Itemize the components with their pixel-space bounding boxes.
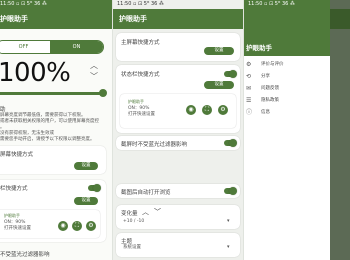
toggle-off-option[interactable]: OFF [0,41,50,53]
section-title: 助 [0,107,6,113]
screenshot-filter-switch[interactable] [224,139,237,147]
toggle-on-option[interactable]: ON [50,41,103,53]
home-shortcut-set-button[interactable]: 设置 [204,47,234,55]
rate-icon: ⚙ [246,61,252,68]
theme-title: 主题 [121,239,133,245]
slider-thumb[interactable] [99,89,107,97]
gear-icon[interactable]: ⚙ [218,105,228,115]
brightness-value: 100% [0,58,71,88]
drawer-item-share[interactable]: ⟲ 分享 [244,72,330,82]
drawer-item-label: 评价与评价 [261,62,284,67]
dropdown-arrow-icon[interactable]: ▾ [227,244,230,250]
screenshot-filter-card: 截屏时不受蓝光过滤器影响 [116,136,240,150]
drawer-title: 护眼助手 [246,44,272,52]
auto-open-switch[interactable] [224,187,237,195]
drawer-item-info[interactable]: ⓘ 信息 [244,108,330,118]
gear-icon[interactable]: ⚙ [86,221,96,231]
status-bar: 11:50 ▫ ⊡ 5ᴳ 36 ⁂ [248,1,295,7]
step-card: 变化量 ︿ ﹀ +10 / -10 ▾ [116,205,240,229]
home-shortcut-title: 主屏幕快捷方式 [121,40,160,46]
app-bar-title: 护眼助手 [113,9,243,29]
preview-app-name: 护眼助手 [128,99,144,104]
home-shortcut-set-button[interactable]: 设置 [74,162,98,170]
app-bar-title: 护眼助手 [0,9,112,29]
notif-shortcut-set-button[interactable]: 设置 [74,197,98,205]
status-shortcut-card: 状态栏快捷方式 设置 护眼助手 ON：90% 打开快速设置 ◉ ⛶ ⚙ [116,65,240,133]
bottom-setting-label: 不受蓝光过滤器影响 [0,252,50,258]
bulb-icon[interactable]: ◉ [186,105,196,115]
chevron-up-icon[interactable]: ︿ [88,60,100,71]
theme-card: 主题 系统设置 ▾ [116,233,240,257]
preview-open-text: 打开快速设置 [128,112,155,117]
share-icon: ⟲ [246,73,252,80]
step-title: 变化量 [121,211,138,217]
status-shortcut-switch[interactable] [224,70,237,78]
fullscreen-icon[interactable]: ⛶ [202,105,212,115]
theme-value[interactable]: 系统设置 [123,245,141,251]
drawer-scrim[interactable] [330,0,350,260]
notif-shortcut-card: 栏快捷方式 设置 护眼助手 ON：90% 打开快速设置 ◉ ⛶ ⚙ [0,180,106,242]
chevron-up-icon[interactable]: ︿ [142,207,149,217]
document-icon: ☰ [246,97,252,104]
home-shortcut-card: 屏幕快捷方式 设置 [0,146,106,174]
drawer-item-label: 信息 [261,110,270,115]
notification-preview: 护眼助手 ON：90% 打开快速设置 ◉ ⛶ ⚙ [120,94,236,128]
screen-main-cropped: 11:50 ▫ ⊡ 5ᴳ 36 ⁂ 护眼助手 OFF ON 100% ︿ ﹀ 助… [0,0,112,260]
preview-open-text: 打开快速设置 [4,226,31,231]
power-toggle[interactable]: OFF ON [0,40,104,54]
desc-line-2: 或者未获取相关权限的用户，可以使用屏幕亮度控 [0,119,99,124]
mail-icon: ✉ [246,85,252,92]
status-bar: 11:50 ▫ ⊡ 5ᴳ 36 ⁂ [113,0,243,9]
desc-line-5: 需要您手动开启，请授予以下权限以调整亮度。 [0,137,95,142]
navigation-drawer: 11:50 ▫ ⊡ 5ᴳ 36 ⁂ 护眼助手 ⚙ 评价与评价 ⟲ 分享 ✉ 问题… [244,0,330,260]
drawer-item-label: 分享 [261,74,270,79]
drawer-item-rate[interactable]: ⚙ 评价与评价 [244,60,330,70]
drawer-item-privacy[interactable]: ☰ 隐私政策 [244,96,330,106]
chevron-down-icon[interactable]: ﹀ [88,71,100,82]
brightness-slider[interactable] [0,92,104,95]
chevron-down-icon[interactable]: ﹀ [154,207,161,217]
notification-preview: 护眼助手 ON：90% 打开快速设置 ◉ ⛶ ⚙ [0,210,100,238]
drawer-item-feedback[interactable]: ✉ 问题反馈 [244,84,330,94]
status-bar: 11:50 ▫ ⊡ 5ᴳ 36 ⁂ [0,0,112,9]
status-shortcut-set-button[interactable]: 设置 [204,81,234,89]
fullscreen-icon[interactable]: ⛶ [72,221,82,231]
info-icon: ⓘ [246,109,253,116]
auto-open-card: 截图后自动打开浏览 [116,184,240,198]
drawer-item-label: 问题反馈 [261,86,279,91]
bulb-icon[interactable]: ◉ [58,221,68,231]
notif-shortcut-label: 栏快捷方式 [0,186,28,192]
step-value[interactable]: +10 / -10 [123,219,144,225]
app-bar-dimmed [330,9,350,29]
notif-shortcut-switch[interactable] [88,184,101,192]
auto-open-title: 截图后自动打开浏览 [121,190,171,196]
screen-settings: 11:50 ▫ ⊡ 5ᴳ 36 ⁂ 护眼助手 主屏幕快捷方式 设置 状态栏快捷方… [113,0,243,260]
status-shortcut-title: 状态栏快捷方式 [121,72,160,78]
screenshot-filter-title: 截屏时不受蓝光过滤器影响 [121,142,188,148]
home-shortcut-card: 主屏幕快捷方式 设置 [116,33,240,61]
screen-drawer: 11:50 ▫ ⊡ 5ᴳ 36 ⁂ 护眼助手 ⚙ 评价与评价 ⟲ 分享 ✉ 问题… [244,0,350,260]
home-shortcut-label: 屏幕快捷方式 [0,152,34,158]
dropdown-arrow-icon[interactable]: ▾ [227,218,230,224]
drawer-header: 11:50 ▫ ⊡ 5ᴳ 36 ⁂ 护眼助手 [244,0,330,56]
drawer-item-label: 隐私政策 [261,98,279,103]
brightness-stepper[interactable]: ︿ ﹀ [88,60,100,84]
preview-app-name: 护眼助手 [4,213,20,218]
